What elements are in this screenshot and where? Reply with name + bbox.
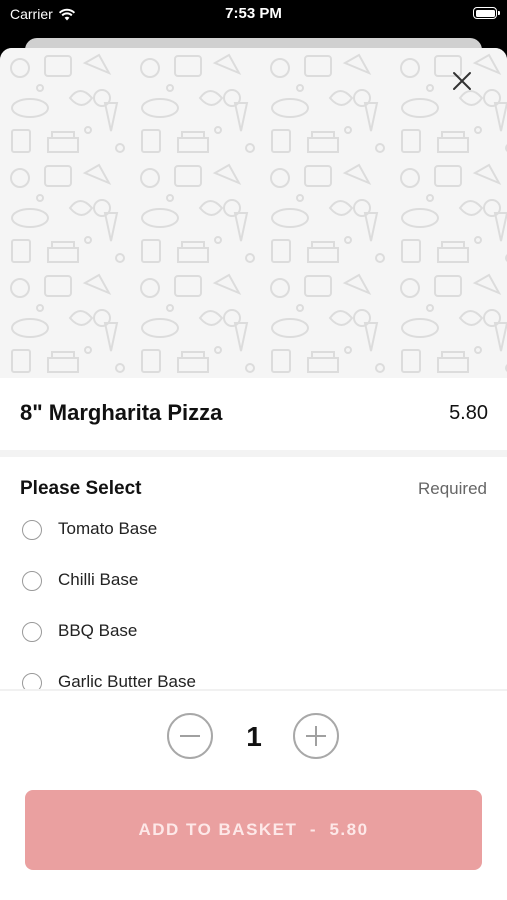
decrease-quantity-button[interactable] bbox=[167, 713, 213, 759]
item-price: 5.80 bbox=[449, 402, 488, 424]
item-title-row: 8" Margharita Pizza 5.80 bbox=[0, 378, 507, 448]
item-image-placeholder bbox=[0, 48, 507, 378]
radio-button[interactable] bbox=[22, 673, 42, 689]
options-list: Please Select Required Tomato Base Chill… bbox=[0, 457, 507, 689]
battery-icon bbox=[473, 7, 500, 19]
option-chilli-base[interactable]: Chilli Base bbox=[0, 565, 507, 605]
close-icon bbox=[453, 72, 471, 90]
close-button[interactable] bbox=[449, 68, 475, 94]
clock: 7:53 PM bbox=[225, 5, 282, 22]
item-detail-sheet: 8" Margharita Pizza 5.80 Please Select R… bbox=[0, 48, 507, 900]
item-name: 8" Margharita Pizza bbox=[20, 400, 223, 425]
option-bbq-base[interactable]: BBQ Base bbox=[0, 616, 507, 656]
option-label: BBQ Base bbox=[58, 621, 138, 640]
add-to-basket-label: ADD TO BASKET - 5.80 bbox=[138, 820, 369, 839]
option-garlic-butter-base[interactable]: Garlic Butter Base bbox=[0, 667, 507, 689]
section-divider bbox=[0, 450, 507, 457]
radio-button[interactable] bbox=[22, 571, 42, 591]
option-tomato-base[interactable]: Tomato Base bbox=[0, 514, 507, 554]
status-bar: Carrier 7:53 PM bbox=[0, 0, 507, 30]
required-label: Required bbox=[418, 479, 487, 498]
radio-button[interactable] bbox=[22, 622, 42, 642]
option-label: Chilli Base bbox=[58, 570, 139, 589]
radio-button[interactable] bbox=[22, 520, 42, 540]
add-to-basket-button[interactable]: ADD TO BASKET - 5.80 bbox=[25, 790, 482, 870]
quantity-value: 1 bbox=[246, 721, 262, 752]
option-label: Garlic Butter Base bbox=[58, 672, 196, 689]
option-label: Tomato Base bbox=[58, 519, 158, 538]
footer-divider bbox=[0, 689, 507, 691]
options-title: Please Select bbox=[20, 478, 142, 499]
increase-quantity-button[interactable] bbox=[293, 713, 339, 759]
